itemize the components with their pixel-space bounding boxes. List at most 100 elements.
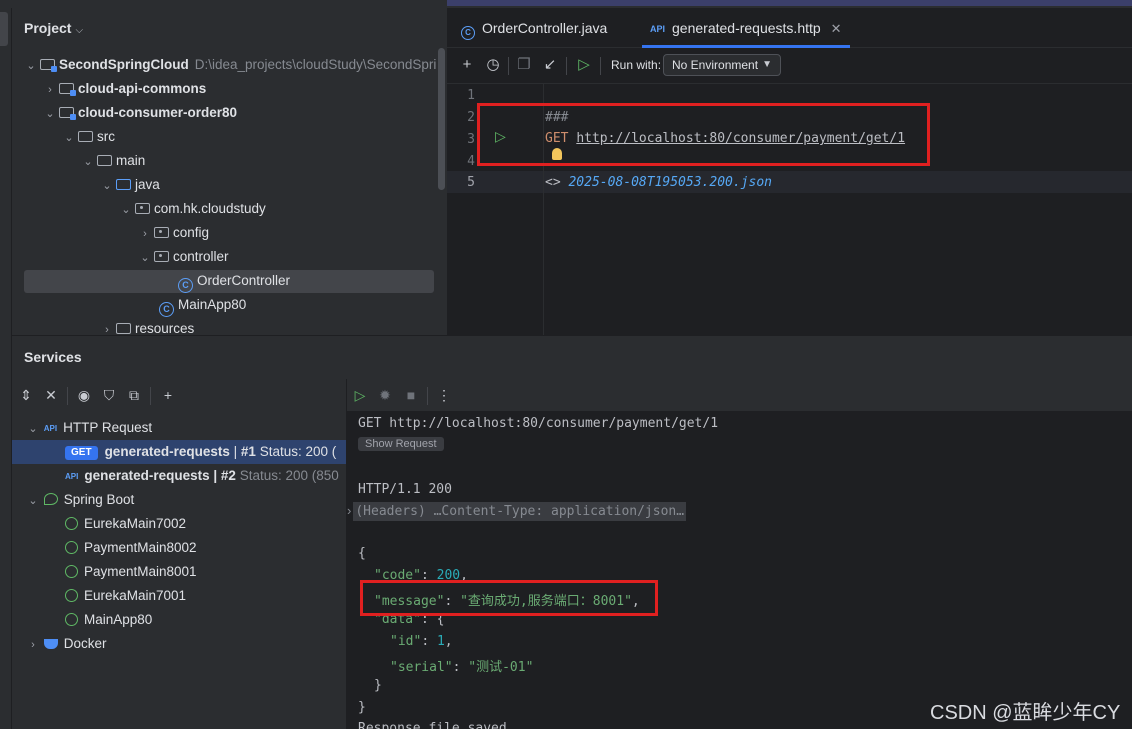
collapse-arrow-icon[interactable]: ›: [43, 79, 57, 101]
line-number: 1: [467, 88, 475, 103]
environment-select[interactable]: No Environment ▼: [663, 54, 781, 76]
tree-item-main[interactable]: ⌄ main: [81, 150, 145, 172]
service-request-1[interactable]: GET generated-requests | #1 Status: 200 (: [12, 440, 346, 464]
tree-item-label: SecondSpringCloud: [59, 57, 189, 72]
json-brace: {: [358, 546, 366, 561]
tree-item-cloud-api-commons[interactable]: › cloud-api-commons: [43, 78, 206, 100]
title-bar: [0, 0, 1132, 8]
more-options-icon[interactable]: ⋮: [435, 386, 453, 404]
debug-icon[interactable]: ✹: [376, 386, 394, 404]
service-group-docker[interactable]: › Docker: [12, 632, 346, 656]
json-value: "测试-01": [468, 660, 534, 675]
request-highlight-box: [477, 103, 930, 166]
add-icon[interactable]: +: [458, 56, 476, 74]
tree-item-path: D:\idea_projects\cloudStudy\SecondSpri: [194, 57, 437, 72]
tree-item-resources[interactable]: › resources: [100, 318, 194, 335]
json-value: 1: [436, 634, 445, 649]
debug-bug-icon: [65, 589, 78, 602]
resources-folder-icon: [116, 323, 131, 334]
tree-item-label: com.hk.cloudstudy: [154, 201, 266, 216]
tree-item-label: OrderController: [197, 273, 291, 288]
services-toolbar: ⇕ ✕ ◉ ⛉ ⧉ +: [12, 379, 346, 411]
package-icon: [154, 227, 169, 238]
service-group-http-request[interactable]: ⌄ API HTTP Request: [12, 416, 346, 440]
watermark: CSDN @蓝眸少年CY: [930, 702, 1121, 724]
new-tab-icon[interactable]: ⧉: [125, 386, 143, 404]
folder-icon: [78, 131, 93, 142]
json-line-serial: "serial": "测试-01": [390, 660, 534, 675]
service-app[interactable]: PaymentMain8002: [12, 536, 346, 560]
tree-item-src[interactable]: ⌄ src: [62, 126, 115, 148]
history-icon[interactable]: ◷: [484, 56, 502, 74]
service-app-label: PaymentMain8002: [84, 540, 197, 555]
close-icon[interactable]: ✕: [831, 21, 842, 36]
http-api-icon: API: [65, 472, 79, 481]
show-request-button[interactable]: Show Request: [358, 437, 444, 451]
import-icon[interactable]: ↙: [541, 56, 559, 74]
tree-item-controller[interactable]: ⌄ controller: [138, 246, 228, 269]
expand-arrow-icon[interactable]: ⌄: [62, 127, 76, 149]
service-app-label: MainApp80: [84, 612, 153, 627]
editor-code-area[interactable]: 1 2 3 4 5 ▷ ### GET http://localhost:80/…: [447, 84, 1132, 335]
expand-all-icon[interactable]: ⇕: [17, 386, 35, 404]
project-panel-header[interactable]: Project ⌵: [24, 20, 83, 36]
toolbar-separator: [150, 387, 151, 405]
collapse-arrow-icon[interactable]: ›: [100, 319, 114, 335]
response-status-line: HTTP/1.1 200: [358, 482, 452, 497]
collapse-all-icon[interactable]: ✕: [42, 386, 60, 404]
service-app-label: EurekaMain7002: [84, 516, 187, 531]
tree-item-package[interactable]: ⌄ com.hk.cloudstudy: [119, 198, 266, 221]
json-key: "serial": [390, 660, 453, 675]
expand-arrow-icon[interactable]: ⌄: [100, 175, 114, 197]
expand-arrow-icon[interactable]: ⌄: [138, 247, 152, 269]
http-api-icon: API: [43, 424, 58, 433]
tree-item-root[interactable]: ⌄ SecondSpringCloud D:\idea_projects\cloud…: [24, 54, 436, 76]
tree-item-cloud-consumer-order80[interactable]: ⌄ cloud-consumer-order80: [43, 102, 237, 124]
add-service-icon[interactable]: +: [159, 386, 177, 404]
tab-ordercontroller-java[interactable]: C OrderController.java: [461, 8, 607, 48]
service-group-label: Spring Boot: [63, 492, 135, 507]
tab-label: generated-requests.http: [672, 20, 821, 36]
docker-icon: [43, 639, 58, 649]
tree-item-java[interactable]: ⌄ java: [100, 174, 159, 197]
service-app[interactable]: MainApp80: [12, 608, 346, 632]
json-brace: }: [358, 700, 366, 715]
service-app[interactable]: PaymentMain8001: [12, 560, 346, 584]
editor-tab-bar: C OrderController.java API generated-reque…: [447, 8, 1132, 48]
fold-arrow-icon[interactable]: ›: [347, 503, 351, 518]
tree-item-config[interactable]: › config: [138, 222, 209, 244]
expand-arrow-icon[interactable]: ⌄: [26, 489, 40, 512]
tree-item-ordercontroller[interactable]: C OrderController: [176, 270, 291, 293]
service-app[interactable]: EurekaMain7001: [12, 584, 346, 608]
message-highlight-box: [360, 580, 658, 616]
response-file-link[interactable]: 2025-08-08T195053.200.json: [568, 175, 772, 190]
expand-arrow-icon[interactable]: ⌄: [26, 417, 40, 440]
tree-item-label: src: [97, 129, 115, 144]
response-viewer[interactable]: ▷ ✹ ■ ⋮ GET http://localhost:80/consumer…: [347, 379, 1132, 729]
service-request-2[interactable]: API generated-requests | #2 Status: 200 (…: [12, 464, 346, 488]
run-icon[interactable]: ▷: [351, 386, 369, 404]
stop-icon[interactable]: ■: [402, 386, 420, 404]
expand-arrow-icon[interactable]: ⌄: [119, 199, 133, 221]
chevron-down-icon[interactable]: ⌵: [75, 25, 83, 36]
eye-icon[interactable]: ◉: [75, 386, 93, 404]
headers-fold[interactable]: › (Headers) …Content-Type: application/js…: [347, 500, 687, 522]
service-group-spring-boot[interactable]: ⌄ Spring Boot: [12, 488, 346, 512]
project-tool-tab[interactable]: [0, 12, 8, 46]
toolbar-separator: [566, 57, 567, 75]
collapse-arrow-icon[interactable]: ›: [138, 223, 152, 245]
run-all-icon[interactable]: ▷: [575, 56, 593, 74]
copy-icon[interactable]: ❐: [515, 56, 533, 74]
tab-generated-requests-http[interactable]: API generated-requests.http ✕: [642, 8, 850, 48]
json-key: "id": [390, 634, 422, 649]
filter-icon[interactable]: ⛉: [100, 386, 118, 404]
project-scrollbar[interactable]: [438, 48, 445, 190]
collapse-arrow-icon[interactable]: ›: [26, 633, 40, 656]
spring-class-icon: C: [159, 302, 174, 317]
expand-arrow-icon[interactable]: ⌄: [24, 55, 38, 77]
tree-item-mainapp80[interactable]: C MainApp80: [157, 294, 246, 317]
service-app[interactable]: EurekaMain7002: [12, 512, 346, 536]
debug-bug-icon: [65, 613, 78, 626]
expand-arrow-icon[interactable]: ⌄: [81, 151, 95, 173]
expand-arrow-icon[interactable]: ⌄: [43, 103, 57, 125]
